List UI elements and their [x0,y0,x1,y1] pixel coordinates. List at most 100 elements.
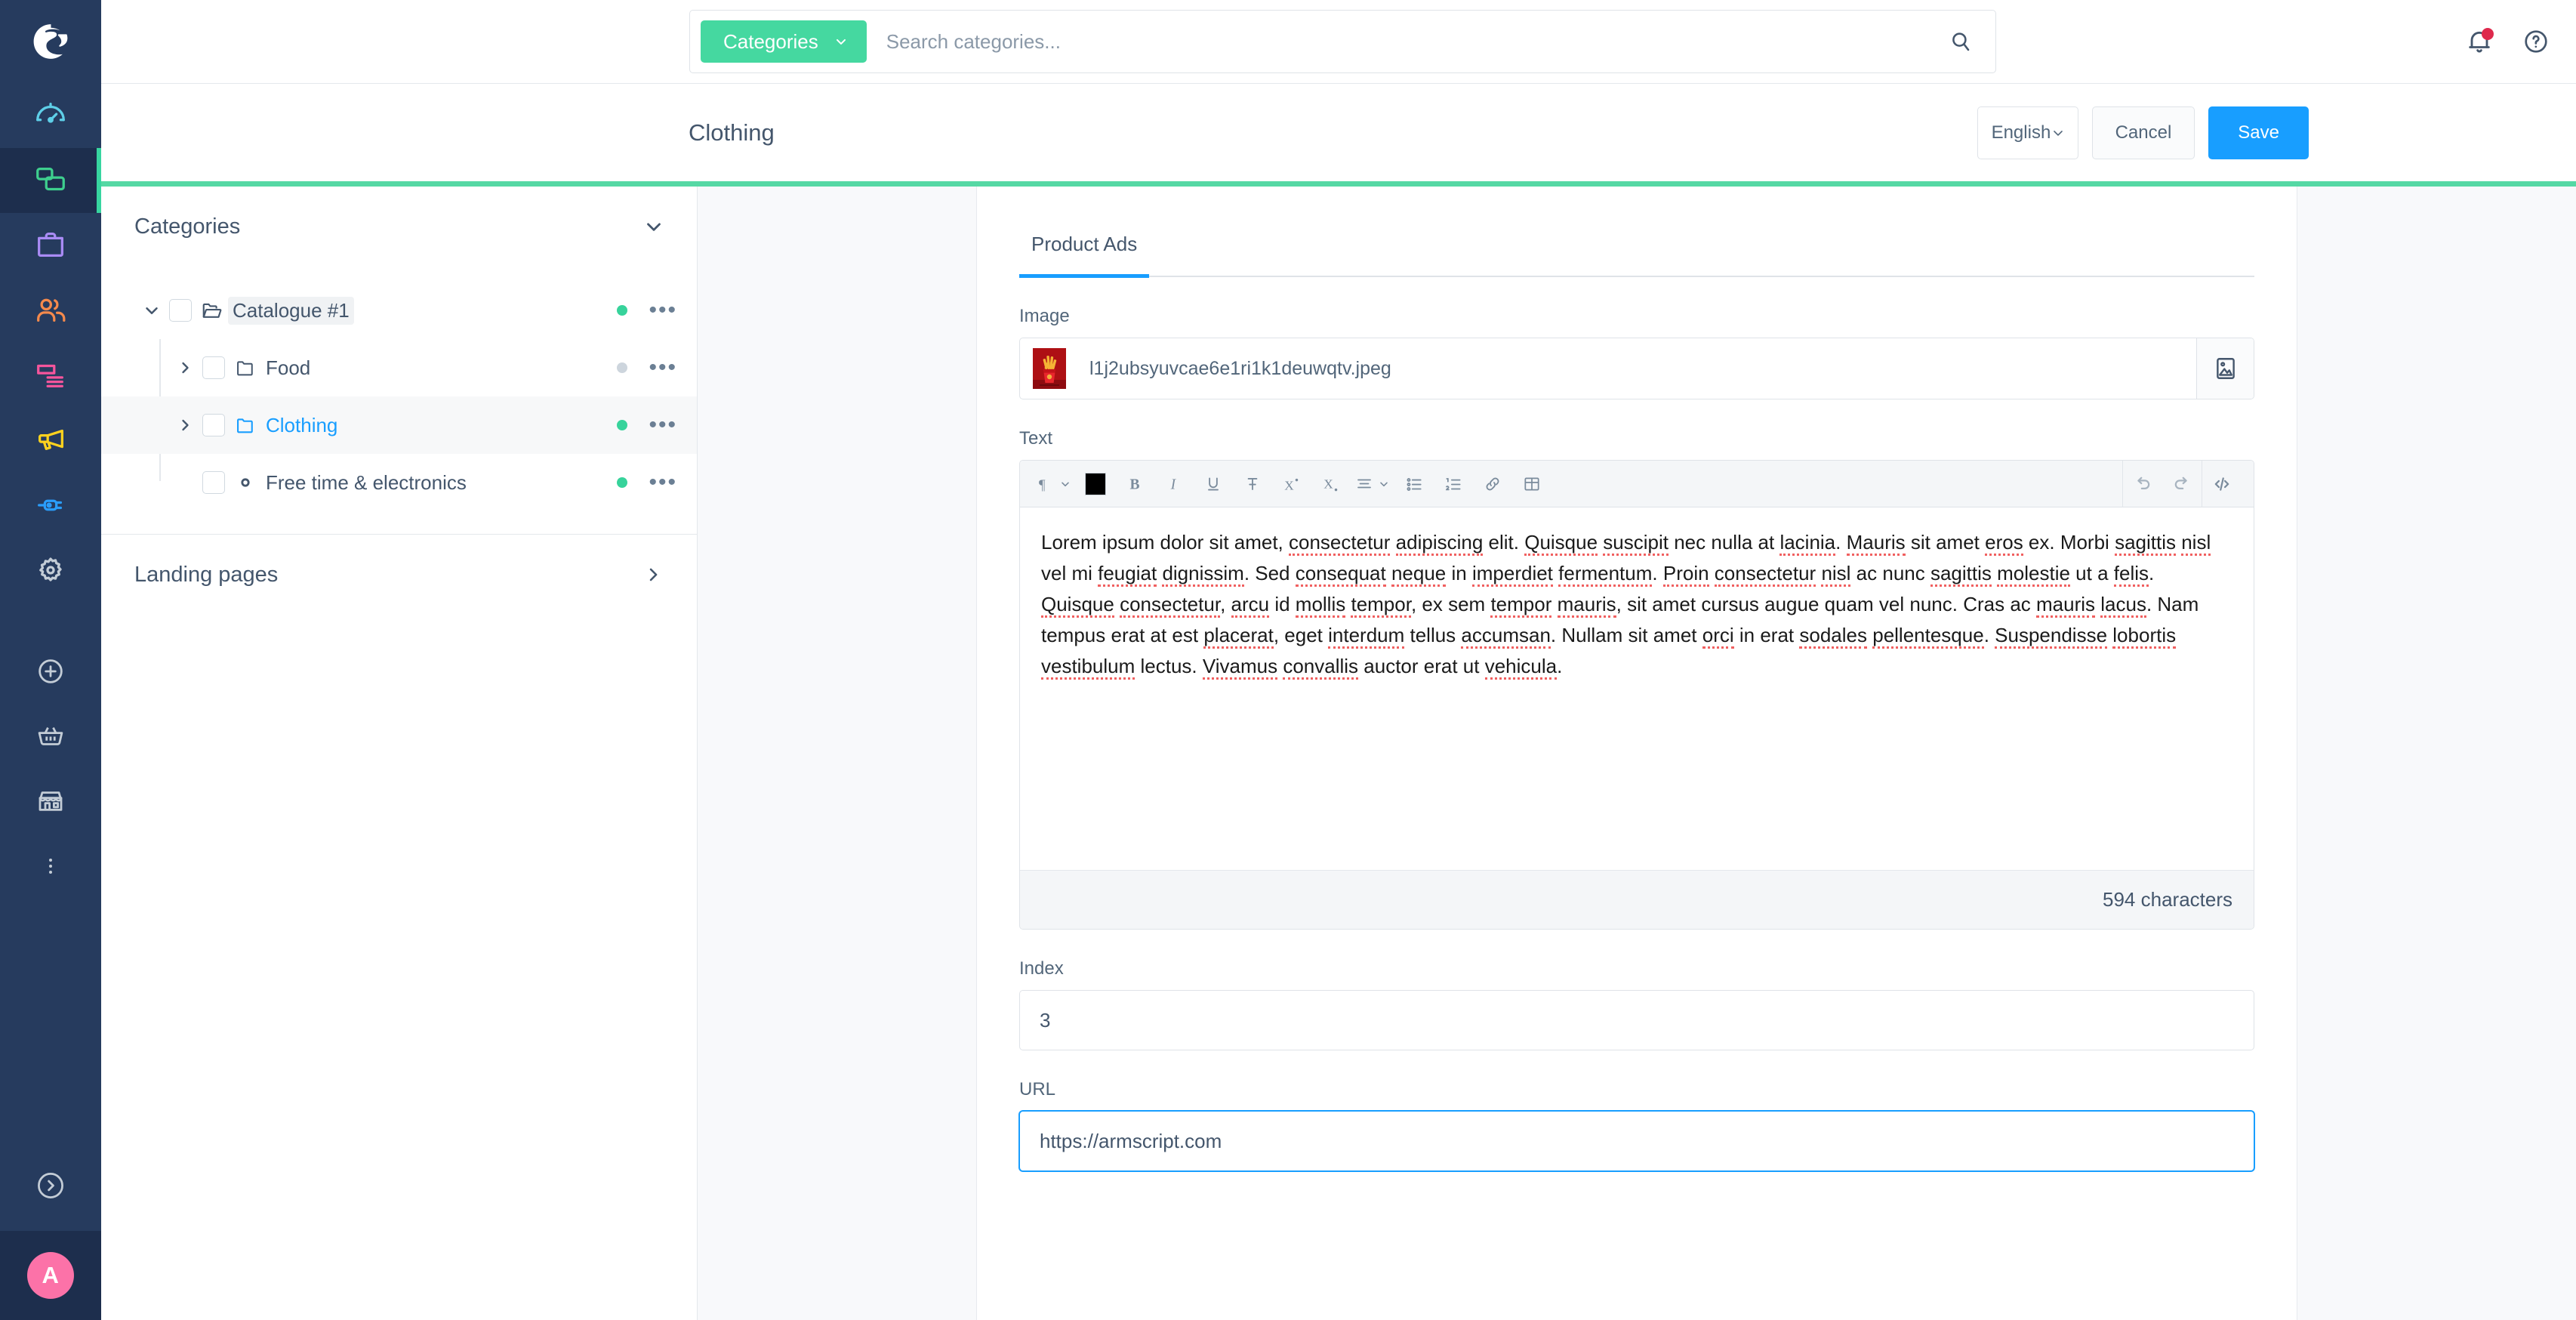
tree-item-actions: ••• [617,299,682,322]
svg-text:¶: ¶ [1039,477,1046,493]
svg-text:I: I [1170,476,1177,492]
search-scope-button[interactable]: Categories [701,20,867,63]
paragraph-format-dropdown[interactable]: ¶ [1032,461,1076,507]
tree-item-checkbox[interactable] [202,471,225,494]
chevron-down-icon[interactable] [642,215,665,238]
categories-header[interactable]: Categories [101,187,697,267]
url-input[interactable] [1019,1111,2254,1171]
text-field-label: Text [1019,428,1053,449]
align-dropdown[interactable] [1351,461,1394,507]
body-row: Categories Catalogue #1 ••• Food ••• Clo… [101,187,2576,1320]
image-picker-button[interactable] [2196,338,2254,399]
sidebar-item-extensions[interactable] [0,473,101,538]
ellipsis-icon[interactable]: ••• [644,414,682,436]
tree-item-checkbox[interactable] [202,414,225,436]
page-header: Clothing English Cancel Save [101,83,2576,181]
url-field: URL [1019,1079,2254,1171]
numbered-list-icon [1444,474,1463,494]
undo-button[interactable] [2123,461,2162,507]
subscript-button[interactable]: X [1311,461,1351,507]
sidebar-item-add[interactable] [0,639,101,704]
tree-item-clothing[interactable]: Clothing ••• [101,396,697,454]
search-icon[interactable] [1926,29,1995,54]
circle-dot-icon [225,475,266,490]
numbered-list-button[interactable] [1434,461,1473,507]
link-button[interactable] [1473,461,1512,507]
character-count: 594 characters [2103,888,2232,911]
sidebar-item-marketing[interactable] [0,408,101,473]
detail-tabs: Product Ads [1019,187,2254,278]
gear-icon [33,553,68,588]
rte-content[interactable]: Lorem ipsum dolor sit amet, consectetur … [1020,507,2254,870]
language-select[interactable]: English [1977,106,2078,159]
app-root: A Categories Search categories... Clothi… [0,0,2576,1320]
user-avatar-button[interactable]: A [0,1231,101,1320]
underline-button[interactable] [1194,461,1233,507]
text-color-swatch[interactable] [1076,461,1115,507]
sidebar-item-customers[interactable] [0,278,101,343]
category-tree: Catalogue #1 ••• Food ••• Clothing ••• F… [101,267,697,511]
chevron-right-icon[interactable] [642,564,664,585]
redo-icon [2171,473,2192,495]
sidebar-item-more[interactable] [0,834,101,899]
sidebar-item-settings[interactable] [0,538,101,603]
table-icon [1522,474,1542,494]
bullet-list-button[interactable] [1394,461,1434,507]
strikethrough-button[interactable] [1233,461,1272,507]
landing-pages-title: Landing pages [134,562,279,587]
sidebar-item-store[interactable] [0,769,101,834]
help-button[interactable] [2522,27,2550,56]
cancel-button[interactable]: Cancel [2091,106,2195,159]
subscript-icon: X [1321,474,1341,494]
bold-button[interactable]: B [1115,461,1154,507]
tree-item-label: Free time & electronics [266,470,467,494]
ellipsis-icon[interactable]: ••• [644,299,682,322]
index-field-label: Index [1019,958,1064,979]
sidebar-item-content[interactable] [0,343,101,408]
italic-button[interactable]: I [1154,461,1194,507]
image-field-label: Image [1019,306,1070,326]
sidebar-item-orders[interactable] [0,213,101,278]
tree-item-free-time-electronics[interactable]: Free time & electronics ••• [101,454,697,511]
chevron-right-icon[interactable] [168,359,202,377]
sidebar-item-basket[interactable] [0,704,101,769]
status-dot [617,477,628,488]
users-icon [33,293,68,328]
save-button[interactable]: Save [2208,106,2309,159]
main-region: Categories Search categories... Clothing… [101,0,2576,1320]
image-picker[interactable]: l1j2ubsyuvcae6e1ri1k1deuwqtv.jpeg [1019,338,2254,399]
table-button[interactable] [1512,461,1551,507]
gauge-icon [33,98,68,133]
plus-circle-icon [35,655,66,687]
page-header-actions: English Cancel Save [1977,106,2309,159]
notifications-button[interactable] [2464,26,2494,57]
shopware-logo[interactable] [0,0,101,83]
chevron-down-icon [834,34,849,49]
search-input[interactable] [866,29,1926,54]
chevron-down-icon[interactable] [134,301,169,320]
ellipsis-icon[interactable]: ••• [644,356,682,379]
tab-product-ads[interactable]: Product Ads [1019,233,1150,278]
landing-pages-section[interactable]: Landing pages [101,535,697,615]
chevron-right-icon[interactable] [168,416,202,434]
top-bar-actions [2464,0,2550,83]
rte-toolbar: ¶ B I X X [1020,461,2254,507]
code-view-button[interactable] [2202,461,2242,507]
tree-item-checkbox[interactable] [169,299,192,322]
sidebar-item-catalogues[interactable] [0,148,101,213]
sidebar-expand-button[interactable] [0,1140,101,1231]
plug-icon [33,488,68,523]
top-bar: Categories [101,0,2576,83]
rte-toolbar-right [2122,461,2242,507]
index-input[interactable] [1019,990,2254,1050]
dots-vertical-icon [39,854,63,878]
tree-item-food[interactable]: Food ••• [101,339,697,396]
tree-item-label: Clothing [266,413,338,436]
redo-button[interactable] [2162,461,2202,507]
superscript-button[interactable]: X [1272,461,1311,507]
image-field: Image l1j2ubsyuvcae6e1ri1k1deuwqtv.jpeg [1019,306,2254,399]
ellipsis-icon[interactable]: ••• [644,471,682,494]
sidebar-item-dashboard[interactable] [0,83,101,148]
tree-item-catalogue-1[interactable]: Catalogue #1 ••• [101,282,697,339]
tree-item-checkbox[interactable] [202,356,225,379]
